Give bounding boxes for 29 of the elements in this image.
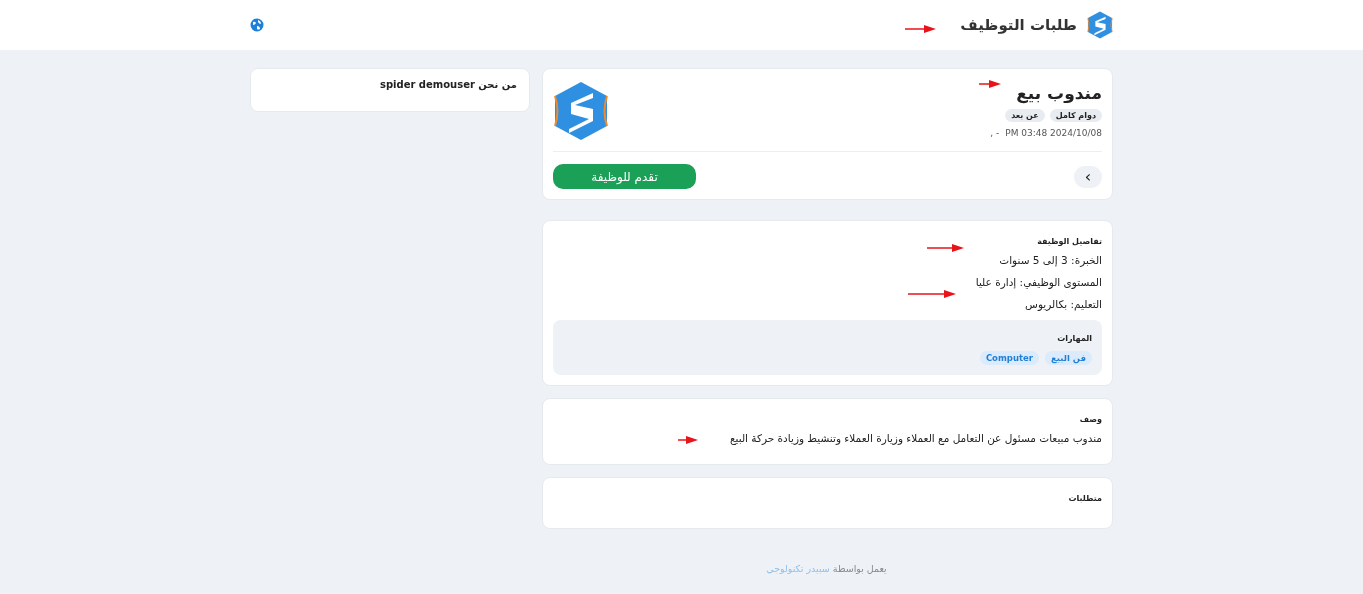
arrow-annotation [908,289,956,299]
arrow-annotation [678,435,698,445]
job-tag: دوام كامل [1049,109,1102,122]
skill-tag: Computer [979,351,1039,365]
hexagon-logo-icon [553,81,609,141]
apply-button[interactable]: تقدم للوظيفة [553,164,696,189]
hexagon-logo-icon [1087,11,1113,39]
location-text: - , [990,128,1000,138]
section-title: وصف [1078,415,1102,424]
job-title: مندوب بيع [1015,83,1102,103]
globe-icon[interactable] [250,18,264,32]
posted-date: PM 03:48 2024/10/08 [1005,128,1102,138]
footer-link[interactable]: سبيدر تكنولوجي [766,563,830,574]
section-title: تفاصيل الوظيفة [1036,237,1102,246]
job-tag: عن بعد [1005,109,1045,122]
skill-tag: فن البيع [1044,351,1092,365]
detail-text: المستوى الوظيفي: إدارة عليا [975,276,1102,288]
chevron-button[interactable]: › [1074,165,1102,188]
about-title: من نحن spider demouser [379,79,517,90]
page-title: طلبات التوظيف [960,16,1077,34]
arrow-annotation [927,243,964,253]
detail-text: الخبرة: 3 إلى 5 سنوات [999,254,1102,266]
detail-text: التعليم: بكالريوس [1025,298,1102,310]
footer-text: يعمل بواسطة [832,563,887,574]
arrow-annotation [905,24,936,34]
section-title: متطلبات [1067,494,1102,503]
description-text: مندوب مبيعات مسئول عن التعامل مع العملاء وزيارة العملاء وتنشيط وزيادة حركة البيع [729,432,1102,444]
arrow-annotation [979,79,1001,89]
section-title: المهارات [1056,334,1092,343]
